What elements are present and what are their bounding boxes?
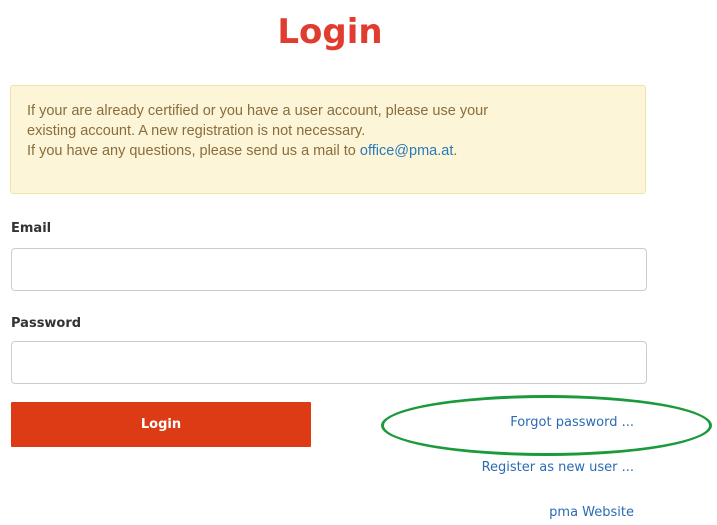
password-label: Password bbox=[11, 316, 82, 331]
pma-website-link[interactable]: pma Website bbox=[549, 504, 634, 522]
office-email-link[interactable]: office@pma.at bbox=[360, 143, 453, 159]
notice-line-1: If your are already certified or you hav… bbox=[27, 103, 489, 119]
password-field[interactable] bbox=[11, 341, 647, 384]
info-notice: If your are already certified or you hav… bbox=[10, 85, 646, 194]
email-field[interactable] bbox=[11, 248, 647, 291]
register-link[interactable]: Register as new user ... bbox=[482, 459, 634, 477]
email-label: Email bbox=[11, 221, 52, 236]
notice-line-3-end: . bbox=[453, 143, 458, 159]
login-button[interactable]: Login bbox=[11, 402, 311, 447]
page-title: Login bbox=[277, 12, 383, 52]
notice-line-2: existing account. A new registration is … bbox=[27, 123, 366, 139]
notice-line-3-text: If you have any questions, please send u… bbox=[27, 143, 360, 159]
forgot-password-link[interactable]: Forgot password ... bbox=[510, 414, 634, 432]
notice-line-3: If you have any questions, please send u… bbox=[27, 141, 630, 161]
